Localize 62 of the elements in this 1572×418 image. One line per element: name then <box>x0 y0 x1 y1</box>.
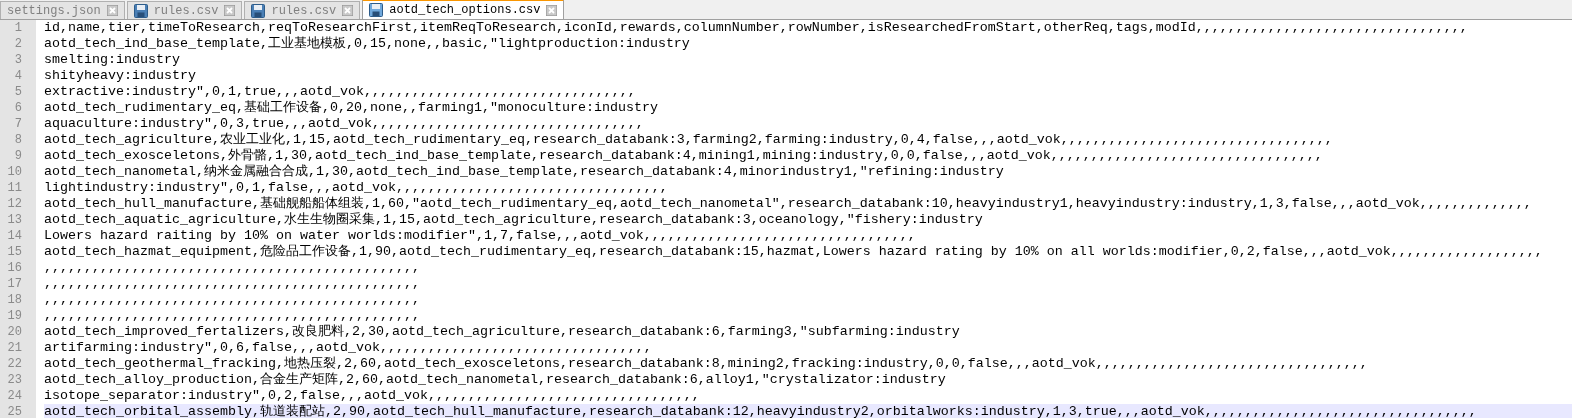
code-line: ,,,,,,,,,,,,,,,,,,,,,,,,,,,,,,,,,,,,,,,,,,,,,,, <box>44 308 420 324</box>
line-number: 17 <box>7 276 22 292</box>
line-number: 5 <box>14 84 22 100</box>
code-line: aotd_tech_alloy_production,合金生产矩阵,2,60,aotd_tech_nanometal,research_databank:6,alloy1,"crystalizator:industry <box>44 372 946 388</box>
tab-label: rules.csv <box>153 2 219 19</box>
line-number: 3 <box>14 52 22 68</box>
code-line: ,,,,,,,,,,,,,,,,,,,,,,,,,,,,,,,,,,,,,,,,,,,,,,, <box>44 292 420 308</box>
code-line: Lowers hazard raiting by 10% on water worlds:modifier",1,7,false,,,aotd_vok,,,,,,,,,,,,,,,,,,,,,,,,,,,,,,,,,, <box>44 228 916 244</box>
line-number: 7 <box>14 116 22 132</box>
code-line: aotd_tech_hull_manufacture,基础舰船船体组装,1,60,"aotd_tech_rudimentary_eq,aotd_tech_nanometal",research_databank:10,heavyindustry1,heavyindustry:industry,1,3,false,,,aotd_vok,,,,,,,,,,,,,, <box>44 196 1532 212</box>
line-number: 23 <box>7 372 22 388</box>
line-number: 20 <box>7 324 22 340</box>
line-number: 4 <box>14 68 22 84</box>
file-tab[interactable]: rules.csv <box>126 1 243 19</box>
line-number: 12 <box>7 196 22 212</box>
line-number: 18 <box>7 292 22 308</box>
code-line: aotd_tech_agriculture,农业工业化,1,15,aotd_tech_rudimentary_eq,research_databank:3,farming2,farming:industry,0,4,false,,,aotd_vok,,,,,,,,,,,,,,,,,,,,,,,,,,,,,,,,,, <box>44 132 1333 148</box>
file-tab[interactable]: rules.csv <box>244 1 361 19</box>
close-icon[interactable] <box>342 5 354 16</box>
code-line: aotd_tech_hazmat_equipment,危险品工作设备,1,90,aotd_tech_rudimentary_eq,research_databank:15,hazmat,Lowers hazard rating by 10% on all worlds:modifier,0,2,false,,,aotd_vok,,,,,,,,,,,,,,,,,,, <box>44 244 1543 260</box>
close-icon[interactable] <box>106 5 118 16</box>
close-icon[interactable] <box>546 4 558 16</box>
code-line: isotope_separator:industry",0,2,false,,,aotd_vok,,,,,,,,,,,,,,,,,,,,,,,,,,,,,,,,,, <box>44 388 700 404</box>
code-line: lightindustry:industry",0,1,false,,,aotd_vok,,,,,,,,,,,,,,,,,,,,,,,,,,,,,,,,,, <box>44 180 668 196</box>
line-number: 21 <box>7 340 22 356</box>
code-line: artifarming:industry",0,6,false,,,aotd_vok,,,,,,,,,,,,,,,,,,,,,,,,,,,,,,,,,, <box>44 340 652 356</box>
code-line: aquaculture:industry",0,3,true,,,aotd_vok,,,,,,,,,,,,,,,,,,,,,,,,,,,,,,,,,, <box>44 116 644 132</box>
line-number: 24 <box>7 388 22 404</box>
code-line: aotd_tech_nanometal,纳米金属融合合成,1,30,aotd_tech_ind_base_template,research_databank:4,minorindustry1,"refining:industry <box>44 164 1004 180</box>
line-number: 11 <box>7 180 22 196</box>
tab-label: rules.csv <box>271 2 337 19</box>
line-number: 16 <box>7 260 22 276</box>
code-line: aotd_tech_aquatic_agriculture,水生生物圈采集,1,15,aotd_tech_agriculture,research_databank:3,oceanology,"fishery:industry <box>44 212 983 228</box>
file-tab[interactable]: aotd_tech_options.csv <box>362 0 565 19</box>
code-line: shityheavy:industry <box>44 68 196 84</box>
code-line: aotd_tech_improved_fertalizers,改良肥料,2,30,aotd_tech_agriculture,research_databank:6,farming3,"subfarming:industry <box>44 324 960 340</box>
code-line: aotd_tech_exosceletons,外骨骼,1,30,aotd_tech_ind_base_template,research_databank:4,mining1,mining:industry,0,0,false,,,aotd_vok,,,,,,,,,,,,,,,,,,,,,,,,,,,,,,,,,, <box>44 148 1323 164</box>
line-number: 13 <box>7 212 22 228</box>
code-line: ,,,,,,,,,,,,,,,,,,,,,,,,,,,,,,,,,,,,,,,,,,,,,,, <box>44 260 420 276</box>
code-line: smelting:industry <box>44 52 180 68</box>
close-icon[interactable] <box>224 5 236 16</box>
code-line: aotd_tech_rudimentary_eq,基础工作设备,0,20,none,,farming1,"monoculture:industry <box>44 100 658 116</box>
code-line: aotd_tech_ind_base_template,工业基地模板,0,15,none,,basic,"lightproduction:industry <box>44 36 690 52</box>
line-number: 10 <box>7 164 22 180</box>
line-number: 14 <box>7 228 22 244</box>
line-number: 22 <box>7 356 22 372</box>
tab-label: settings.json <box>7 2 101 19</box>
code-line: aotd_tech_orbital_assembly,轨道装配站,2,90,aotd_tech_hull_manufacture,research_databank:12,heavyindustry2,orbitalworks:industry,1,3,true,,,aotd_vok,,,,,,,,,,,,,,,,,,,,,,,,,,,,,,,,,, <box>44 404 1477 418</box>
code-line: extractive:industry",0,1,true,,,aotd_vok,,,,,,,,,,,,,,,,,,,,,,,,,,,,,,,,,, <box>44 84 636 100</box>
code-line: id,name,tier,timeToResearch,reqToResearchFirst,itemReqToResearch,iconId,rewards,columnNumber,rowNumber,isResearchedFromStart,otherReq,tags,modId,,,,,,,,,,,,,,,,,,,,,,,,,,,,,,,,,, <box>44 20 1468 36</box>
line-number: 2 <box>14 36 22 52</box>
line-number: 6 <box>14 100 22 116</box>
code-line: ,,,,,,,,,,,,,,,,,,,,,,,,,,,,,,,,,,,,,,,,,,,,,,, <box>44 276 420 292</box>
line-number: 1 <box>14 20 22 36</box>
code-line: aotd_tech_geothermal_fracking,地热压裂,2,60,aotd_tech_exosceletons,research_databank:8,mining2,fracking:industry,0,0,false,,,aotd_vok,,,,,,,,,,,,,,,,,,,,,,,,,,,,,,,,,, <box>44 356 1368 372</box>
line-number: 15 <box>7 244 22 260</box>
line-number: 25 <box>7 404 22 418</box>
line-number: 19 <box>7 308 22 324</box>
tab-label: aotd_tech_options.csv <box>389 2 541 19</box>
file-tab[interactable]: settings.json <box>0 1 125 19</box>
line-number: 8 <box>14 132 22 148</box>
line-number: 9 <box>14 148 22 164</box>
